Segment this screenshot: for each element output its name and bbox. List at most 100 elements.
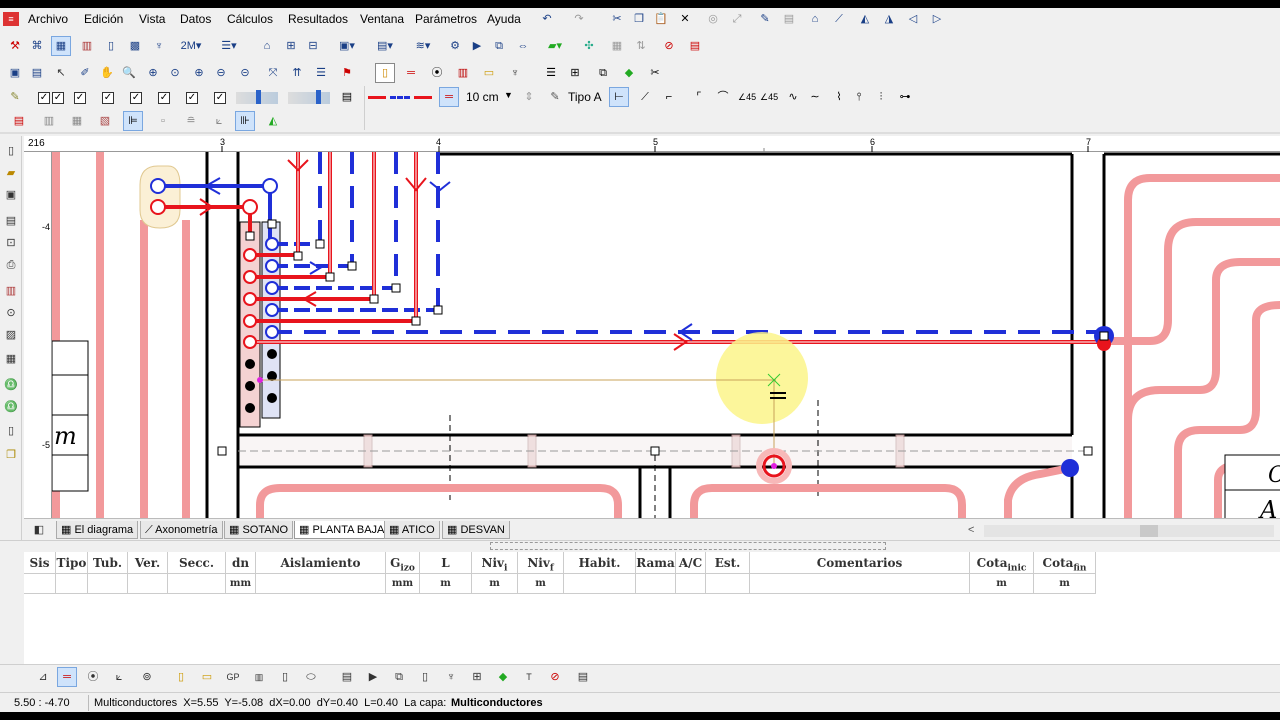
radiator-icon[interactable]: ▥ [78,37,96,55]
pattern-icon[interactable]: ▤ [780,10,798,28]
drawing-canvas[interactable]: m A [52,152,1280,518]
tab-el-diagrama[interactable]: ▦ El diagrama [56,521,139,539]
plan-icon[interactable]: ▥ [40,112,58,130]
play-icon[interactable]: ▶ [468,37,486,55]
split-icon[interactable]: ⫶ [872,88,890,106]
column-icon[interactable]: ▯ [102,37,120,55]
grid-header-rama[interactable]: Rama [636,552,676,574]
pipe-settings-icon[interactable]: ⚑ [338,64,356,82]
snap-icon[interactable]: ✣ [580,37,598,55]
vertical-pipe-icon[interactable]: ⫯ [850,88,868,106]
grid-header-tipo[interactable]: Tipo [56,552,88,574]
schema-icon[interactable]: ▤ [10,112,28,130]
bt-report-icon[interactable]: ▤ [574,668,592,686]
zone-icon[interactable]: ⊟ [304,37,322,55]
catalog-icon[interactable]: ▥ [2,282,20,300]
manifold-icon[interactable]: ▥ [454,64,472,82]
grid-header-cotainic[interactable]: Cotainic [970,552,1034,574]
panel-splitter[interactable] [0,540,1280,552]
spacing-dropdown-icon[interactable]: ▼ [504,90,513,100]
save-icon[interactable]: ▣ [2,186,20,204]
layer-checkbox-4[interactable]: ✓ [102,92,114,104]
open-icon[interactable]: ⌘ [28,37,46,55]
green-dropdown-icon[interactable]: ▰▾ [542,37,568,55]
menu-vista[interactable]: Vista [139,12,165,26]
zoom-window-icon[interactable]: 🔍 [120,64,138,82]
corner-90-icon[interactable]: ⌜ [690,88,708,106]
frame-icon[interactable]: ▣ [6,64,24,82]
scale-icon[interactable]: ⤢ [728,10,746,28]
bt-circuit-icon[interactable]: ⦿ [84,668,102,686]
pipe-red-blue-icon[interactable]: ═ [402,64,420,82]
binoculars-icon[interactable]: ♎ [2,376,20,394]
line-style-double-icon[interactable]: ═ [439,87,459,107]
tab-planta-baja[interactable]: ▦ PLANTA BAJA [294,521,390,539]
bt-valve-icon[interactable]: ♆ [442,668,460,686]
menu-datos[interactable]: Datos [180,12,211,26]
brush-icon[interactable]: ✐ [76,64,94,82]
undo-icon[interactable]: ↶ [538,10,556,28]
bt-text-icon[interactable]: T [520,668,538,686]
horizontal-scroll-thumb[interactable] [1140,525,1158,537]
settings-doc-icon[interactable]: ▦ [2,350,20,368]
tab-sotano[interactable]: ▦ SOTANO [224,521,294,539]
element-yellow-icon[interactable]: ▯ [375,63,395,83]
align-dropdown-icon[interactable]: ▤▾ [372,37,398,55]
paste-icon[interactable]: 📋 [652,10,670,28]
ortho-icon[interactable]: ⊢ [609,87,629,107]
tab-atico[interactable]: ▦ ATICO [384,521,440,539]
grid-header-a-c[interactable]: A/C [676,552,706,574]
section-icon[interactable]: ⧉ [490,37,508,55]
layers-dropdown-icon[interactable]: ☰▾ [216,37,242,55]
block-icon[interactable]: ⌂ [806,10,824,28]
type-label[interactable]: Tipo A [568,90,602,104]
grid-header-aislamiento[interactable]: Aislamiento [256,552,386,574]
sort-icon[interactable]: ⇅ [632,37,650,55]
grid-header-secc-[interactable]: Secc. [168,552,226,574]
circuit-icon[interactable]: ⚙ [446,37,464,55]
horizontal-scrollbar[interactable] [984,525,1274,537]
zoom-in-icon[interactable]: ⊕ [144,64,162,82]
join-icon[interactable]: ⊶ [896,88,914,106]
mirror-icon[interactable]: ⇔ [514,37,532,55]
rooms-icon[interactable]: ⊞ [282,37,300,55]
paint-icon[interactable]: ▨ [2,326,20,344]
text-list-icon[interactable]: ☰ [542,64,560,82]
grid-header-habit-[interactable]: Habit. [564,552,636,574]
menu-archivo[interactable]: Archivo [28,12,68,26]
new-doc-icon[interactable]: ▯ [2,142,20,160]
grid-header-dn[interactable]: dn [226,552,256,574]
curve-icon[interactable]: ⌒ [714,88,732,106]
wave-icon[interactable]: ∿ [784,88,802,106]
copy-icon[interactable]: ❐ [630,10,648,28]
spacing-combo[interactable]: 10 cm [466,90,499,104]
grid-header-gizo[interactable]: Gizo [386,552,420,574]
bt-route-icon[interactable]: ⟀ [110,668,128,686]
search-doc-icon[interactable]: ⊙ [2,304,20,322]
angle-icon[interactable]: ⟋ [636,88,654,106]
menu-calculos[interactable]: Cálculos [227,12,273,26]
menu-ayuda[interactable]: Ayuda [487,12,521,26]
floor-plan-drawing[interactable]: m A [52,152,1280,518]
grid-header-l[interactable]: L [420,552,472,574]
valve-icon[interactable]: ♆ [150,37,168,55]
grid-header-sis[interactable]: Sis [24,552,56,574]
zoom-extents-icon[interactable]: ⤧ [264,64,282,82]
highlight-icon[interactable]: ⊪ [235,111,255,131]
layer-checkbox-2[interactable]: ✓ [52,92,64,104]
valve-tool-icon[interactable]: ♆ [506,64,524,82]
splitter-grip[interactable] [490,542,886,550]
line-tool-icon[interactable]: ⟋ [830,10,848,28]
mirror-v-icon[interactable]: ◭ [856,10,874,28]
grid-header-cotafin[interactable]: Cotafin [1034,552,1096,574]
layer-checkbox-8[interactable]: ✓ [214,92,226,104]
rotate-icon[interactable]: ◎ [704,10,722,28]
bend-icon[interactable]: ⌇ [830,88,848,106]
zoom-previous-icon[interactable]: ⊝ [236,64,254,82]
spacing-spin-icon[interactable]: ⇕ [520,88,538,106]
color-slider-1-thumb[interactable] [256,90,261,104]
mirror-right-icon[interactable]: ▷ [928,10,946,28]
boiler-icon[interactable]: ▭ [480,64,498,82]
menu-edicion[interactable]: Edición [84,12,123,26]
zoom-minus-icon[interactable]: ⊖ [212,64,230,82]
